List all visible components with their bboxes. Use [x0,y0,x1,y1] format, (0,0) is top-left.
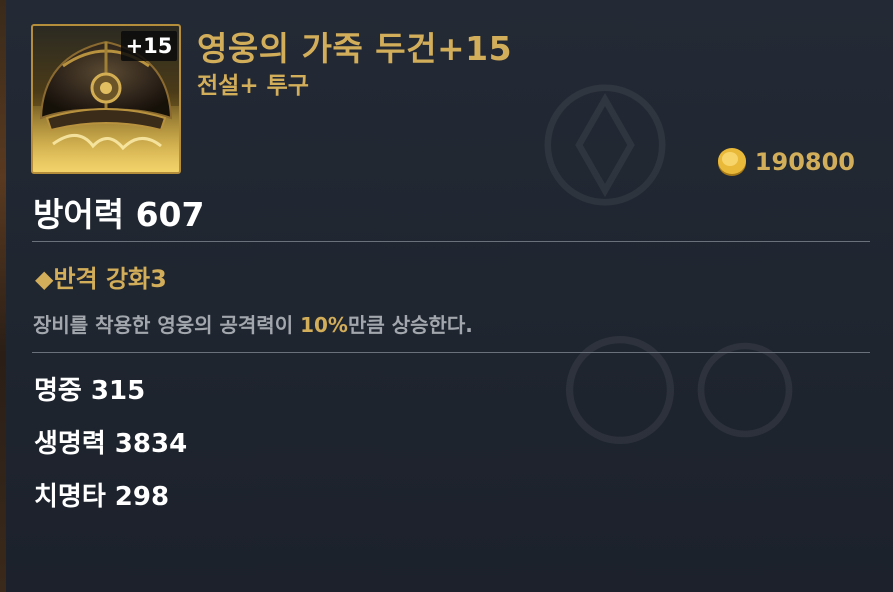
watermark-emblem-icon [544,84,666,206]
item-name: 영웅의 가죽 두건+15 [197,29,513,68]
enhance-level-badge: +15 [121,31,177,61]
item-tooltip-panel: +15 영웅의 가죽 두건+15 전설+ 투구 190800 방어력 607 ◆… [0,0,893,592]
skill-desc-highlight: 10% [300,313,348,337]
item-grade-type: 전설+ 투구 [197,73,309,99]
skill-description: 장비를 착용한 영웅의 공격력이 10%만큼 상승한다. [33,309,473,338]
stat-critical: 치명타 298 [34,482,170,512]
main-stat-defense: 방어력 607 [33,195,205,234]
stat-accuracy: 명중 315 [34,376,146,406]
divider [32,352,870,353]
item-price: 190800 [715,145,855,179]
skill-name: ◆반격 강화3 [35,265,167,293]
skill-desc-text-end: 만큼 상승한다. [347,313,473,337]
watermark-ring-icon [566,336,674,444]
left-edge-border [0,0,6,592]
divider [32,241,870,242]
gold-coin-icon [717,148,746,176]
skill-desc-text: 장비를 착용한 영웅의 공격력이 [33,313,301,337]
price-value: 190800 [754,148,855,176]
stat-health: 생명력 3834 [34,429,188,459]
